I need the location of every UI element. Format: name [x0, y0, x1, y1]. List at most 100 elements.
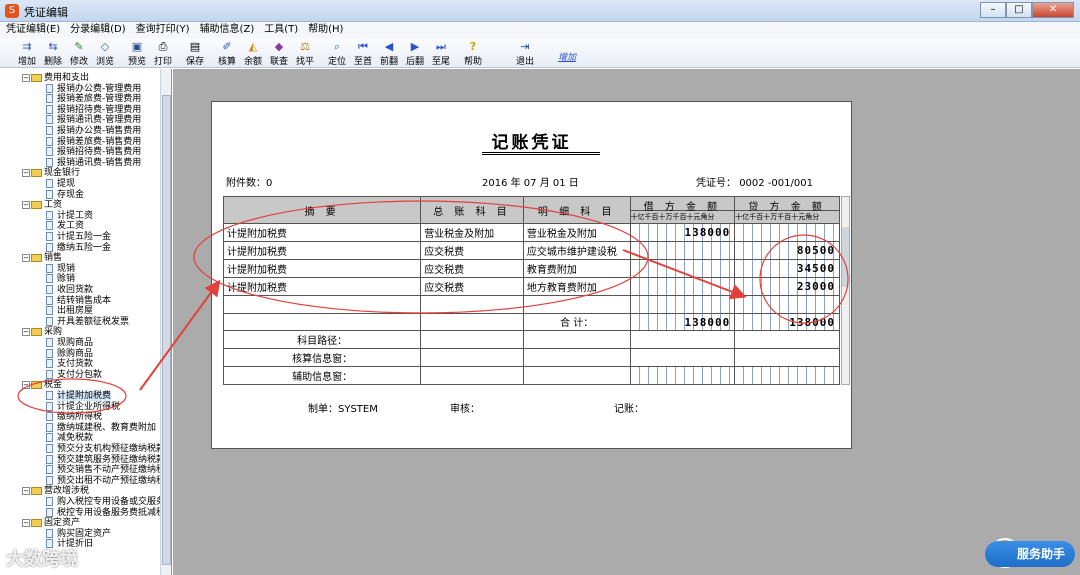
print-button[interactable]: ⎙ 打印	[148, 40, 178, 67]
browse-button[interactable]: ◇ 浏览	[90, 40, 120, 67]
help-button[interactable]: ? 帮助	[458, 40, 488, 67]
entry-summary[interactable]: 计提附加税费	[222, 241, 422, 260]
menu-help[interactable]: 帮助(H)	[308, 22, 343, 38]
entry-debit[interactable]	[629, 258, 736, 278]
voucher-date[interactable]: 2016 年 07 月 01 日	[482, 174, 579, 189]
tree-item[interactable]: 存现金	[46, 189, 84, 201]
tree-item[interactable]: 缴纳五险一金	[46, 242, 111, 254]
tree-folder[interactable]: − 销售	[22, 253, 62, 264]
service-assistant-button[interactable]: 服务助手	[985, 541, 1075, 567]
tree-item[interactable]: 提现	[46, 179, 75, 190]
entry-row[interactable]: 计提附加税费 应交税费 地方教育费附加 23000	[222, 276, 840, 296]
tree-item[interactable]: 预交销售不动产预征缴纳税	[46, 465, 165, 476]
tree-item[interactable]: 报销办公费-管理费用	[46, 83, 141, 95]
tree-folder[interactable]: − 税金	[22, 380, 62, 391]
collapse-icon[interactable]: −	[22, 168, 30, 177]
voucher-number-value[interactable]: 0002 -001/001	[739, 178, 813, 189]
entry-debit[interactable]	[629, 294, 736, 314]
entry-credit[interactable]	[734, 294, 840, 314]
menu-aux-info[interactable]: 辅助信息(Z)	[200, 22, 255, 38]
menu-entry-edit[interactable]: 分录编辑(D)	[70, 22, 126, 38]
collapse-icon[interactable]: −	[22, 253, 30, 262]
entry-detail[interactable]: 地方教育费附加	[522, 276, 631, 296]
tree-folder[interactable]: − 工资	[22, 200, 62, 211]
entry-account[interactable]: 应交税费	[420, 276, 524, 296]
tree-scrollbar[interactable]	[160, 69, 171, 575]
maximize-button[interactable]: □	[1006, 2, 1032, 18]
close-button[interactable]: ✕	[1032, 2, 1074, 18]
tree-item[interactable]: 赊销	[46, 274, 75, 285]
collapse-icon[interactable]: −	[22, 327, 30, 336]
tree-item[interactable]: 报销差旅费-销售费用	[46, 136, 141, 148]
collapse-icon[interactable]: −	[22, 486, 30, 495]
entry-credit[interactable]	[734, 223, 840, 243]
tree-item[interactable]: 计提企业所得税	[46, 401, 120, 413]
entry-credit[interactable]: 80500	[734, 241, 840, 260]
tree-item[interactable]: 计提五险一金	[46, 232, 111, 243]
entry-account[interactable]: 营业税金及附加	[420, 223, 524, 243]
entry-detail[interactable]	[522, 294, 631, 314]
entry-row[interactable]: 计提附加税费 应交税费 教育费附加 34500	[222, 258, 840, 278]
tree-item[interactable]: 现购商品	[46, 338, 93, 349]
tree-item[interactable]: 报销办公费-销售费用	[46, 126, 141, 137]
tree-folder[interactable]: − 采购	[22, 327, 62, 338]
entry-account[interactable]: 应交税费	[420, 241, 524, 260]
tree-folder[interactable]: − 固定资产	[22, 518, 80, 529]
table-scrollbar[interactable]	[841, 196, 850, 385]
tree-folder[interactable]: − 费用和支出	[22, 73, 89, 84]
level-button[interactable]: ⚖ 找平	[290, 40, 320, 67]
minimize-button[interactable]: –	[980, 2, 1006, 18]
entry-summary[interactable]: 计提附加税费	[222, 276, 422, 296]
table-scroll-thumb[interactable]	[842, 227, 849, 287]
tree-folder[interactable]: − 现金银行	[22, 168, 80, 179]
tree-item[interactable]: 报销差旅费-管理费用	[46, 94, 141, 105]
entry-row[interactable]: 计提附加税费 应交税费 应交城市维护建设税 80500	[222, 241, 840, 260]
entry-debit[interactable]	[629, 276, 736, 296]
tree-item[interactable]: 减免税款	[46, 433, 93, 444]
entry-account[interactable]: 应交税费	[420, 258, 524, 278]
tree-item[interactable]: 报销招待费-销售费用	[46, 147, 141, 158]
entry-account[interactable]	[420, 294, 524, 314]
tree-folder[interactable]: − 营改增涉税	[22, 486, 89, 497]
entry-debit[interactable]: 138000	[629, 223, 736, 243]
last-button[interactable]: ⏭ 至尾	[426, 40, 456, 67]
tree-item[interactable]: 支付货款	[46, 359, 93, 370]
document-icon	[46, 528, 53, 538]
collapse-icon[interactable]: −	[22, 380, 30, 389]
attachments-value[interactable]: 0	[266, 178, 272, 189]
entry-detail[interactable]: 教育费附加	[522, 258, 631, 278]
tree-item[interactable]: 税控专用设备服务费抵减税额	[46, 507, 171, 519]
tree-scroll-thumb[interactable]	[162, 95, 171, 565]
tree-item[interactable]: 购入税控专用设备或交服务	[46, 497, 165, 508]
entry-summary[interactable]	[222, 294, 422, 314]
entry-row[interactable]	[222, 294, 840, 314]
tree-item[interactable]: 报销通讯费-管理费用	[46, 115, 141, 126]
collapse-icon[interactable]: −	[22, 73, 30, 82]
entry-debit[interactable]	[629, 241, 736, 260]
tree-item[interactable]: 收回货款	[46, 285, 93, 296]
tree-item[interactable]: 缴纳所得税	[46, 412, 102, 423]
entry-detail[interactable]: 营业税金及附加	[522, 223, 631, 243]
entry-summary[interactable]: 计提附加税费	[222, 258, 422, 278]
tree-item[interactable]: 出租房屋	[46, 306, 93, 317]
tree-item[interactable]: 结转销售成本	[46, 295, 111, 307]
add-link[interactable]: 增加	[558, 50, 576, 63]
entry-credit[interactable]: 34500	[734, 258, 840, 278]
menu-tools[interactable]: 工具(T)	[264, 22, 298, 38]
collapse-icon[interactable]: −	[22, 200, 30, 209]
entry-detail[interactable]: 应交城市维护建设税	[522, 241, 631, 260]
entry-credit[interactable]: 23000	[734, 276, 840, 296]
menu-query-print[interactable]: 查询打印(Y)	[136, 22, 190, 38]
title-underline	[482, 152, 600, 155]
entry-row[interactable]: 计提附加税费 营业税金及附加 营业税金及附加 138000	[222, 223, 840, 243]
collapse-icon[interactable]: −	[22, 518, 30, 527]
entry-summary[interactable]: 计提附加税费	[222, 223, 422, 243]
tree-item[interactable]: 计提附加税费	[46, 391, 112, 402]
tree-item[interactable]: 预交分支机构预征缴纳税款	[46, 444, 165, 455]
menu-voucher-edit[interactable]: 凭证编辑(E)	[6, 22, 60, 38]
tree-item[interactable]: 预交建筑服务预征缴纳税款	[46, 454, 165, 466]
tree-item[interactable]: 赊购商品	[46, 348, 93, 360]
exit-button[interactable]: ⇥ 退出	[510, 40, 540, 67]
save-button[interactable]: ▤ 保存	[180, 40, 210, 67]
tree-item[interactable]: 发工资	[46, 221, 84, 232]
